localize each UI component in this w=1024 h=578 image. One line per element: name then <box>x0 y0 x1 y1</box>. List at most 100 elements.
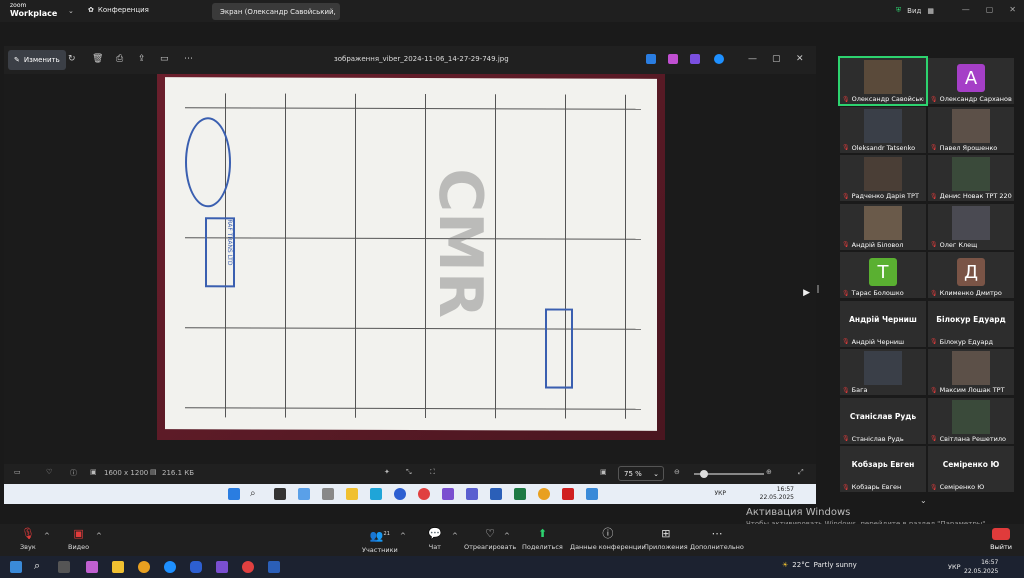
zoom-app-icon[interactable] <box>190 561 202 573</box>
audio-button[interactable]: 🎙 Звук <box>20 528 36 552</box>
chevron-up-icon[interactable]: ^ <box>504 532 510 540</box>
chrome-icon[interactable] <box>538 488 550 500</box>
participant-tile[interactable]: А 🎙 Олександр Сарханов <box>928 58 1014 104</box>
clock[interactable]: 16:57 22.05.2025 <box>964 558 998 576</box>
chrome-icon[interactable] <box>242 561 254 573</box>
participants-button[interactable]: 👥21 Участники <box>362 528 398 553</box>
participant-tile[interactable]: Семіренко Ю 🎙 Семіренко Ю <box>928 446 1014 492</box>
app-icon-1[interactable] <box>646 54 656 64</box>
zoom-slider-knob[interactable] <box>700 470 709 478</box>
app-icon[interactable] <box>164 561 176 573</box>
windows-start-icon[interactable] <box>228 488 240 500</box>
participant-tile[interactable]: 🎙 Світлана Решетило <box>928 397 1014 444</box>
info-icon[interactable]: ⓘ <box>70 468 77 478</box>
word-icon[interactable] <box>490 488 502 500</box>
share-button[interactable]: ⬆ Поделиться <box>522 528 563 552</box>
panel-resize-handle[interactable]: ‖ <box>816 284 820 293</box>
chevron-up-icon[interactable]: ^ <box>96 532 102 540</box>
app-icon-3[interactable] <box>690 54 700 64</box>
edge-icon[interactable] <box>370 488 382 500</box>
taskview-icon[interactable] <box>58 561 70 573</box>
select-icon[interactable]: ⛶ <box>430 468 435 477</box>
participant-tile[interactable]: 🎙Олександр Савойський, <box>838 56 928 106</box>
print-icon[interactable]: ⎙ <box>116 54 123 64</box>
participant-tile[interactable]: 🎙 Денис Новак ТРТ 2201 <box>928 155 1014 201</box>
favorite-icon[interactable]: ♡ <box>46 468 52 476</box>
weather-widget[interactable]: ☀ 22°C Partly sunny <box>782 561 857 569</box>
participant-tile[interactable]: Білокур Едуард 🎙 Білокур Едуард <box>928 300 1014 347</box>
fullscreen-icon[interactable]: ⤢ <box>798 468 804 477</box>
search-icon[interactable]: ⌕ <box>250 488 262 500</box>
viber-icon[interactable] <box>216 561 228 573</box>
app-icon[interactable] <box>298 488 310 500</box>
maximize-icon[interactable]: ▢ <box>772 54 781 64</box>
actual-size-icon[interactable]: ▣ <box>600 468 607 476</box>
delete-icon[interactable]: 🗑 <box>92 54 103 64</box>
viber-icon[interactable] <box>442 488 454 500</box>
opera-icon[interactable] <box>418 488 430 500</box>
zoom-select[interactable]: 75 % ⌄ <box>618 466 664 481</box>
participant-tile[interactable]: Кобзарь Евген 🎙 Кобзарь Евген <box>840 446 926 492</box>
chevron-down-icon[interactable]: ⌄ <box>68 7 74 15</box>
explorer-icon[interactable] <box>112 561 124 573</box>
leave-button[interactable]: Выйти <box>990 528 1012 551</box>
participant-tile[interactable]: 🎙 Oleksandr Tatsenko <box>840 106 926 153</box>
enhance-icon[interactable]: ✦ <box>384 468 390 476</box>
slideshow-icon[interactable]: ▭ <box>160 54 169 64</box>
word-icon[interactable] <box>268 561 280 573</box>
explorer-icon[interactable] <box>346 488 358 500</box>
crop-icon[interactable]: ⤡ <box>406 468 412 477</box>
zoom-app-icon[interactable] <box>394 488 406 500</box>
chevron-up-icon[interactable]: ^ <box>452 532 458 540</box>
language-indicator[interactable]: УКР <box>948 563 961 571</box>
taskview-icon[interactable] <box>274 488 286 500</box>
participant-tile[interactable]: 🎙 Бага <box>840 349 926 395</box>
app-icon[interactable] <box>138 561 150 573</box>
participant-tile[interactable]: 🎙 Олег Клещ <box>928 203 1014 250</box>
participant-tile[interactable]: 🎙 Радченко Дарія ТРТ <box>840 155 926 201</box>
photos-icon[interactable] <box>586 488 598 500</box>
zoom-out-icon[interactable]: ⊖ <box>674 468 680 476</box>
more-button[interactable]: ⋯ Дополнительно <box>690 528 744 552</box>
rotate-icon[interactable]: ↻ <box>68 54 76 64</box>
onedrive-icon[interactable] <box>714 54 724 64</box>
chat-button[interactable]: 💬 Чат <box>428 528 442 552</box>
participant-tile[interactable]: 🎙 Павел Ярошенко <box>928 106 1014 153</box>
chevron-up-icon[interactable]: ^ <box>400 532 406 540</box>
maximize-icon[interactable]: ▢ <box>986 5 994 14</box>
acrobat-icon[interactable] <box>562 488 574 500</box>
share-icon[interactable]: ⇪ <box>138 54 146 64</box>
close-icon[interactable]: ✕ <box>1009 5 1016 14</box>
participant-tile[interactable]: 🎙 Максим Лошак ТРТ <box>928 349 1014 395</box>
filmstrip-icon[interactable]: ▭ <box>14 468 21 476</box>
screen-share-chip[interactable]: Экран (Олександр Савойський, ⊖ <box>212 3 340 20</box>
participant-tile[interactable]: 🎙 Андрій Біловол <box>840 203 926 250</box>
participant-tile[interactable]: Андрій Черниш 🎙 Андрій Черниш <box>840 300 926 347</box>
clock[interactable]: 16:57 22.05.2025 <box>760 486 794 502</box>
search-icon[interactable]: ⌕ <box>34 559 46 572</box>
view-control[interactable]: ⛨ Вид ▦ <box>896 6 934 15</box>
edit-button[interactable]: ✎ Изменить <box>8 50 66 70</box>
participant-tile[interactable]: Т 🎙 Тарас Болошко <box>840 252 926 298</box>
video-button[interactable]: ▣ Видео <box>68 528 89 552</box>
participant-tile[interactable]: Станіслав Рудь 🎙 Станіслав Рудь <box>840 397 926 444</box>
language-indicator[interactable]: УКР <box>714 490 726 497</box>
participant-tile[interactable]: Д 🎙 Клименко Дмитро <box>928 252 1014 298</box>
app-icon[interactable] <box>322 488 334 500</box>
windows-start-icon[interactable] <box>10 561 22 573</box>
copilot-icon[interactable] <box>86 561 98 573</box>
teams-icon[interactable] <box>466 488 478 500</box>
close-icon[interactable]: ✕ <box>796 54 804 64</box>
apps-button[interactable]: ⊞ Приложения <box>644 528 688 552</box>
zoom-in-icon[interactable]: ⊕ <box>766 468 772 476</box>
zoom-slider[interactable] <box>694 470 764 478</box>
chevron-up-icon[interactable]: ^ <box>44 532 50 540</box>
meeting-info-button[interactable]: ✿ Конференция <box>88 6 149 14</box>
excel-icon[interactable] <box>514 488 526 500</box>
meeting-info-button[interactable]: ⓘ Данные конференции <box>570 528 646 552</box>
app-icon-2[interactable] <box>668 54 678 64</box>
minimize-icon[interactable]: — <box>748 54 757 64</box>
minimize-icon[interactable]: — <box>962 5 970 14</box>
next-image-icon[interactable]: ▶ <box>803 288 810 298</box>
scroll-down-icon[interactable]: ⌄ <box>920 496 927 505</box>
